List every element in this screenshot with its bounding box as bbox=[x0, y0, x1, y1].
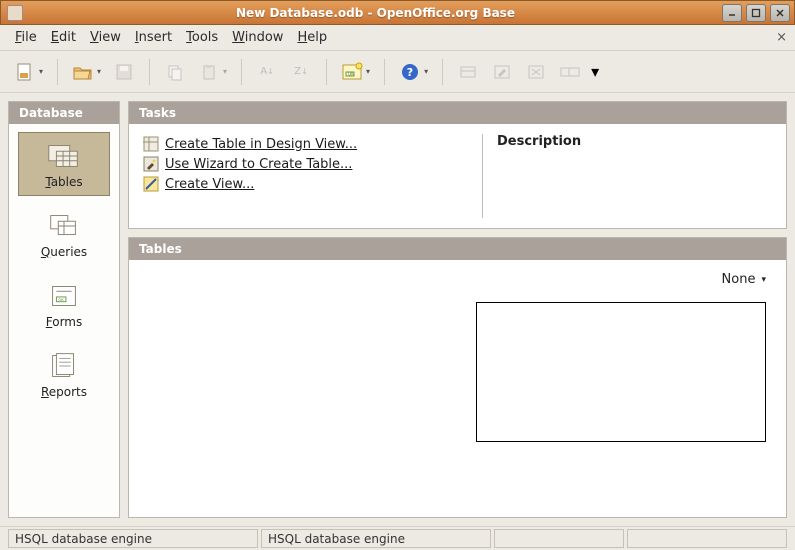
sidebar-item-label: Tables bbox=[45, 175, 82, 189]
svg-text:?: ? bbox=[407, 66, 413, 79]
task-wizard-create-table[interactable]: Use Wizard to Create Table... bbox=[143, 154, 472, 174]
rename-icon bbox=[559, 61, 581, 83]
paste-button[interactable]: ▾ bbox=[194, 57, 231, 87]
tables-body: None ▾ bbox=[129, 260, 786, 517]
preview-mode-label: None bbox=[722, 272, 756, 287]
sidebar-item-forms[interactable]: OK Forms bbox=[18, 272, 110, 336]
save-button[interactable] bbox=[109, 57, 139, 87]
copy-icon bbox=[164, 61, 186, 83]
chevron-down-icon: ▾ bbox=[761, 275, 766, 285]
sidebar-item-label: Forms bbox=[46, 315, 83, 329]
folder-open-icon bbox=[72, 61, 94, 83]
toolbar: ▾ ▾ ▾ A↓ Z↓ OK ▾ ?▾ ▾ bbox=[0, 51, 795, 93]
save-icon bbox=[113, 61, 135, 83]
tasks-panel: Tasks Create Table in Design View... Use… bbox=[128, 101, 787, 229]
chevron-down-icon: ▾ bbox=[223, 67, 227, 76]
edit-icon bbox=[491, 61, 513, 83]
task-label: Use Wizard to Create Table... bbox=[165, 157, 352, 172]
task-create-table-design[interactable]: Create Table in Design View... bbox=[143, 134, 472, 154]
toolbar-overflow[interactable]: ▾ bbox=[591, 62, 599, 81]
sort-desc-icon: Z↓ bbox=[290, 61, 312, 83]
menu-help[interactable]: Help bbox=[290, 27, 334, 48]
tasks-header: Tasks bbox=[129, 102, 786, 124]
new-doc-icon bbox=[14, 61, 36, 83]
menu-insert[interactable]: Insert bbox=[128, 27, 179, 48]
description-heading: Description bbox=[497, 134, 772, 149]
reports-icon bbox=[45, 351, 83, 381]
separator bbox=[326, 59, 327, 85]
open-button[interactable]: ▾ bbox=[68, 57, 105, 87]
status-cell-3 bbox=[494, 529, 624, 548]
sidebar-item-label: Reports bbox=[41, 385, 87, 399]
sidebar-item-reports[interactable]: Reports bbox=[18, 342, 110, 406]
chevron-down-icon: ▾ bbox=[366, 67, 370, 76]
tool-c-button[interactable] bbox=[521, 57, 551, 87]
database-sidebar: Database Tables Queries OK Forms Reports bbox=[8, 101, 120, 518]
window-title: New Database.odb - OpenOffice.org Base bbox=[29, 6, 722, 20]
form-icon: OK bbox=[341, 61, 363, 83]
menubar: File Edit View Insert Tools Window Help … bbox=[0, 25, 795, 51]
preview-box bbox=[476, 302, 766, 442]
menu-view[interactable]: View bbox=[83, 27, 128, 48]
document-close-icon[interactable]: × bbox=[776, 30, 787, 45]
menu-tools[interactable]: Tools bbox=[179, 27, 225, 48]
separator bbox=[241, 59, 242, 85]
menu-window[interactable]: Window bbox=[225, 27, 290, 48]
task-label: Create View... bbox=[165, 177, 254, 192]
form-button[interactable]: OK ▾ bbox=[337, 57, 374, 87]
copy-button[interactable] bbox=[160, 57, 190, 87]
description-column: Description bbox=[482, 134, 772, 218]
wizard-icon bbox=[143, 156, 159, 172]
tables-header: Tables bbox=[129, 238, 786, 260]
minimize-button[interactable] bbox=[722, 4, 742, 22]
content-column: Tasks Create Table in Design View... Use… bbox=[128, 101, 787, 518]
help-button[interactable]: ?▾ bbox=[395, 57, 432, 87]
app-icon bbox=[7, 5, 23, 21]
separator bbox=[384, 59, 385, 85]
chevron-down-icon: ▾ bbox=[97, 67, 101, 76]
create-view-icon bbox=[143, 176, 159, 192]
close-button[interactable] bbox=[770, 4, 790, 22]
separator bbox=[149, 59, 150, 85]
separator bbox=[442, 59, 443, 85]
status-cell-1: HSQL database engine bbox=[8, 529, 258, 548]
separator bbox=[57, 59, 58, 85]
sort-asc-button[interactable]: A↓ bbox=[252, 57, 282, 87]
menu-edit[interactable]: Edit bbox=[44, 27, 83, 48]
tool-a-button[interactable] bbox=[453, 57, 483, 87]
statusbar: HSQL database engine HSQL database engin… bbox=[0, 526, 795, 550]
sidebar-item-tables[interactable]: Tables bbox=[18, 132, 110, 196]
status-cell-4 bbox=[627, 529, 787, 548]
menu-file[interactable]: File bbox=[8, 27, 44, 48]
status-cell-2: HSQL database engine bbox=[261, 529, 491, 548]
forms-icon: OK bbox=[45, 281, 83, 311]
tool-b-button[interactable] bbox=[487, 57, 517, 87]
titlebar: New Database.odb - OpenOffice.org Base bbox=[0, 0, 795, 25]
chevron-down-icon: ▾ bbox=[424, 67, 428, 76]
delete-icon bbox=[525, 61, 547, 83]
sidebar-item-label: Queries bbox=[41, 245, 87, 259]
tasks-list: Create Table in Design View... Use Wizar… bbox=[143, 134, 472, 218]
task-create-view[interactable]: Create View... bbox=[143, 174, 472, 194]
svg-text:OK: OK bbox=[58, 297, 64, 302]
sidebar-item-queries[interactable]: Queries bbox=[18, 202, 110, 266]
records-icon bbox=[457, 61, 479, 83]
main-area: Database Tables Queries OK Forms Reports bbox=[0, 93, 795, 526]
help-icon: ? bbox=[399, 61, 421, 83]
task-label: Create Table in Design View... bbox=[165, 137, 357, 152]
paste-icon bbox=[198, 61, 220, 83]
preview-mode-selector[interactable]: None ▾ bbox=[722, 272, 766, 287]
sidebar-header: Database bbox=[9, 102, 119, 124]
tables-icon bbox=[45, 141, 83, 171]
sort-desc-button[interactable]: Z↓ bbox=[286, 57, 316, 87]
maximize-button[interactable] bbox=[746, 4, 766, 22]
svg-text:OK: OK bbox=[348, 71, 354, 76]
tables-panel: Tables None ▾ bbox=[128, 237, 787, 518]
tool-d-button[interactable] bbox=[555, 57, 585, 87]
chevron-down-icon: ▾ bbox=[39, 67, 43, 76]
new-button[interactable]: ▾ bbox=[10, 57, 47, 87]
design-view-icon bbox=[143, 136, 159, 152]
sort-asc-icon: A↓ bbox=[256, 61, 278, 83]
queries-icon bbox=[45, 211, 83, 241]
